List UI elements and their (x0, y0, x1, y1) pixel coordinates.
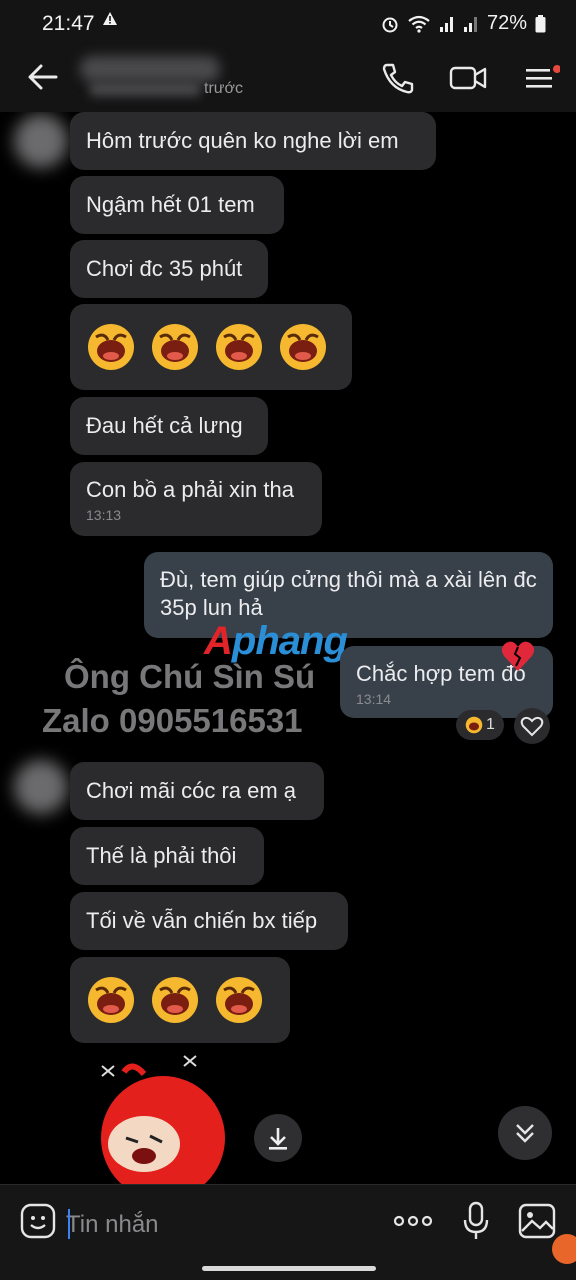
message-bubble[interactable]: Đau hết cả lưng (70, 397, 268, 455)
download-icon (269, 1128, 287, 1150)
laughing-emoji-icon (216, 977, 262, 1023)
heart-icon (520, 716, 544, 737)
back-arrow-icon[interactable] (26, 60, 60, 94)
status-bar: 21:47 72% (0, 0, 576, 46)
message-bubble[interactable]: Thế là phải thôi (70, 827, 264, 885)
broken-heart-icon (501, 641, 535, 671)
status-time: 21:47 (42, 12, 95, 35)
message-bubble[interactable]: Chơi đc 35 phút (70, 240, 268, 298)
laughing-emoji-icon (465, 716, 483, 734)
text-caret (68, 1209, 70, 1239)
alarm-icon (382, 17, 398, 32)
laughing-emoji-icon (152, 324, 198, 370)
message-time: 13:14 (356, 691, 392, 707)
image-icon[interactable] (518, 1203, 556, 1239)
video-call-icon[interactable] (448, 60, 488, 96)
avatar[interactable] (14, 760, 68, 814)
message-bubble[interactable]: Hôm trước quên ko nghe lời em (70, 112, 436, 170)
warning-icon (103, 12, 117, 25)
laughing-emoji-icon (216, 324, 262, 370)
battery-percent: 72% (486, 12, 527, 34)
microphone-icon[interactable] (462, 1201, 490, 1241)
react-heart-button[interactable] (514, 708, 550, 744)
message-bubble[interactable]: Chơi mãi cóc ra em ạ (70, 762, 324, 820)
sticker-image[interactable] (88, 1052, 238, 1184)
emoji-message[interactable] (70, 957, 290, 1043)
reaction-count: 1 (486, 716, 495, 733)
message-time: 13:13 (86, 507, 122, 523)
avatar[interactable] (14, 114, 68, 168)
laughing-emoji-icon (88, 977, 134, 1023)
download-button[interactable] (254, 1114, 302, 1162)
phone-icon[interactable] (378, 60, 418, 96)
more-icon[interactable] (392, 1209, 434, 1233)
reaction-badge[interactable]: 1 (456, 710, 504, 740)
message-input[interactable] (66, 1205, 366, 1245)
notification-badge (552, 1234, 576, 1264)
watermark-text: Zalo 0905516531 (42, 702, 303, 739)
wifi-icon (408, 15, 430, 33)
battery-icon (535, 14, 546, 32)
emoji-message[interactable] (70, 304, 352, 390)
signal-icon (463, 16, 477, 32)
laughing-emoji-icon (152, 977, 198, 1023)
sticker-icon[interactable] (20, 1203, 56, 1239)
message-bubble[interactable]: Ngậm hết 01 tem (70, 176, 284, 234)
signal-icon (439, 16, 453, 32)
last-seen: trước (90, 80, 243, 98)
laughing-emoji-icon (88, 324, 134, 370)
scroll-to-bottom-button[interactable] (498, 1106, 552, 1160)
watermark-text: Ông Chú Sìn Sú (64, 658, 316, 695)
message-bubble[interactable]: Con bồ a phải xin tha 13:13 (70, 462, 322, 536)
chat-header: trước (0, 46, 576, 112)
message-list[interactable]: Hôm trước quên ko nghe lời em Ngậm hết 0… (0, 112, 576, 1184)
menu-icon[interactable] (520, 60, 560, 96)
home-indicator[interactable] (202, 1266, 376, 1271)
laughing-emoji-icon (280, 324, 326, 370)
message-bubble[interactable]: Tối về vẫn chiến bx tiếp (70, 892, 348, 950)
contact-name-blurred[interactable] (80, 56, 220, 82)
chevron-double-down-icon (516, 1124, 534, 1143)
